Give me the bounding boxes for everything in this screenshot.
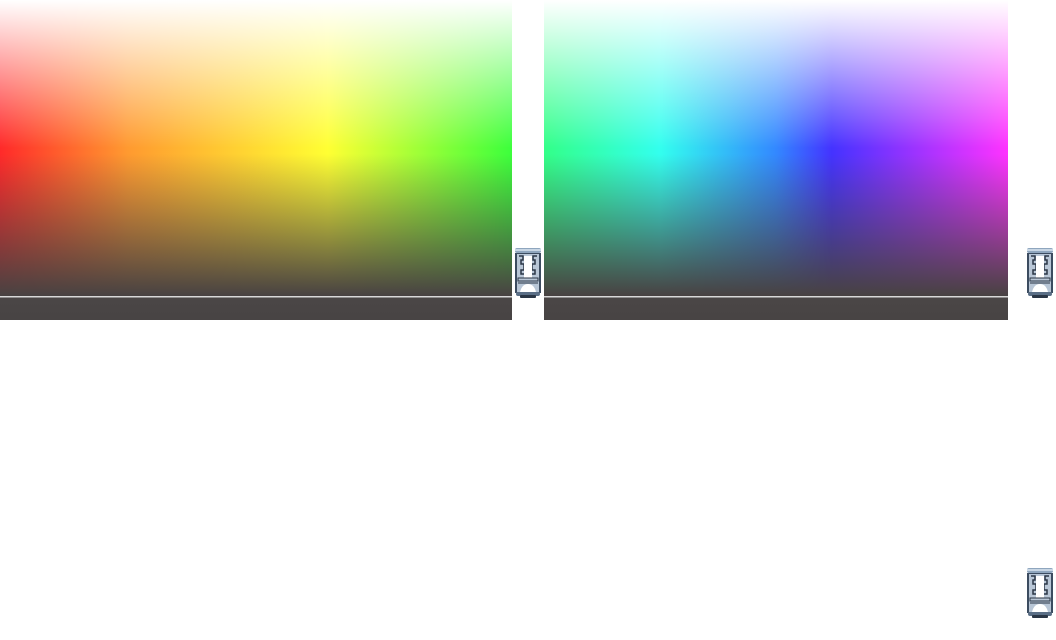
left-gray-strip	[0, 296, 512, 320]
canister-icon	[1024, 568, 1056, 618]
gradient-shade	[544, 0, 1008, 296]
gradient-shade	[0, 0, 512, 296]
right-color-gradient[interactable]	[544, 0, 1008, 296]
canister-icon	[512, 248, 544, 298]
canister-icon	[1024, 248, 1056, 298]
right-gray-strip	[544, 296, 1008, 320]
left-color-gradient[interactable]	[0, 0, 512, 296]
